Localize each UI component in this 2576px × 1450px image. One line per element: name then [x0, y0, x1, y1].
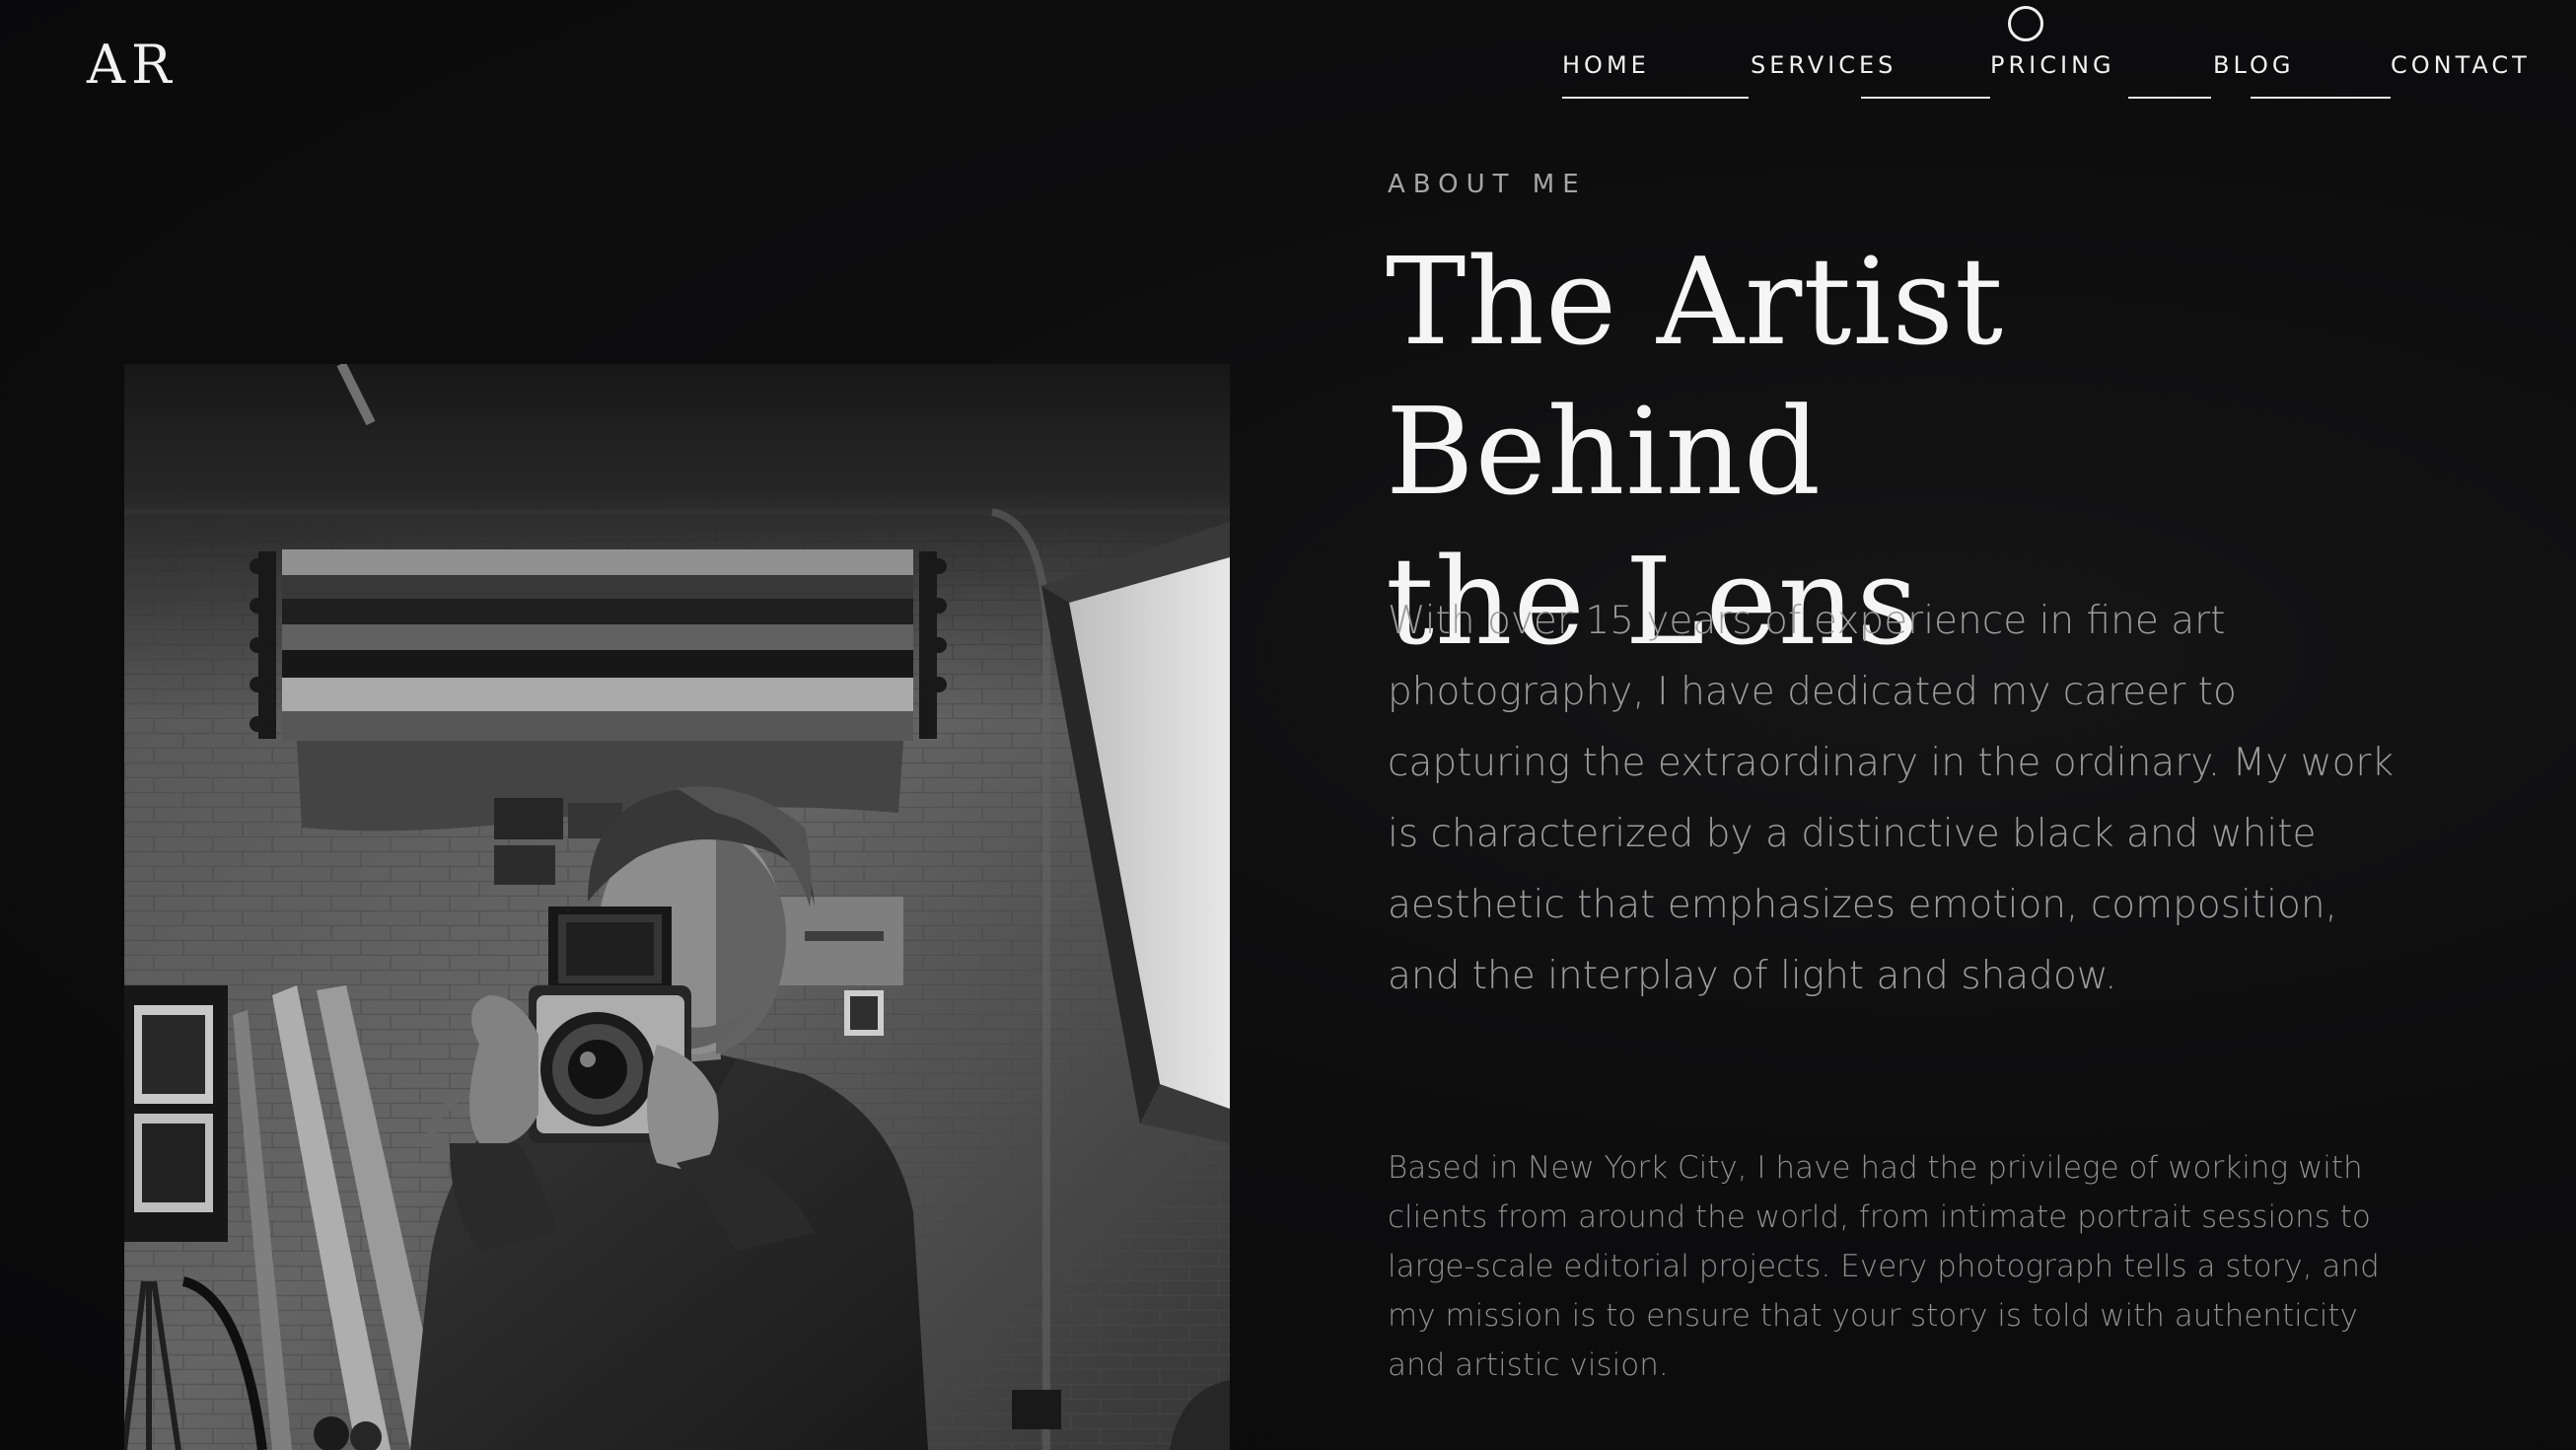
section-eyebrow: ABOUT ME: [1388, 170, 1587, 199]
nav-services[interactable]: SERVICES: [1751, 51, 1896, 79]
photographer-portrait-image: [124, 364, 1230, 1450]
title-line-1: The Artist Behind: [1386, 232, 2005, 522]
nav-underline: [2251, 97, 2391, 99]
nav-contact[interactable]: CONTACT: [2391, 51, 2531, 79]
nav-underline: [1861, 97, 1990, 99]
nav-blog[interactable]: BLOG: [2213, 51, 2294, 79]
nav-pricing[interactable]: PRICING: [1990, 51, 2115, 79]
page: AR HOME SERVICES PRICING BLOG CONTACT AB…: [0, 0, 2576, 1450]
nav-underline: [1562, 97, 1749, 99]
main-nav: HOME SERVICES PRICING BLOG CONTACT: [0, 0, 2576, 109]
bio-paragraph: Based in New York City, I have had the p…: [1388, 1150, 2380, 1383]
nav-underline: [2128, 97, 2211, 99]
cursor-ring-icon: [2008, 6, 2043, 41]
intro-paragraph: With over 15 years of experience in fine…: [1388, 599, 2395, 998]
nav-home[interactable]: HOME: [1562, 51, 1650, 79]
